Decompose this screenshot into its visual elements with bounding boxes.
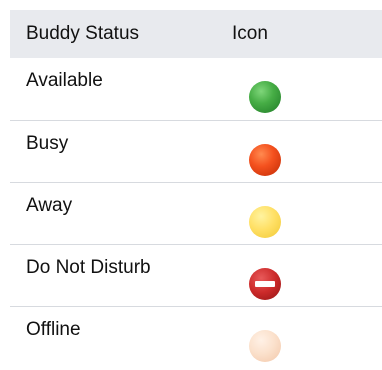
busy-red-dot-icon: [249, 143, 281, 176]
buddy-status-table: Buddy Status Icon Available Busy Away Do…: [10, 10, 382, 368]
header-icon: Icon: [232, 22, 268, 44]
table-row: Do Not Disturb: [10, 244, 382, 306]
status-label: Away: [26, 194, 73, 216]
available-green-dot-icon: [249, 81, 281, 113]
away-yellow-dot-icon: [249, 205, 281, 238]
table-row: Available: [10, 58, 382, 120]
offline-peach-dot-icon: [249, 329, 281, 362]
status-label: Available: [26, 70, 103, 91]
header-buddy-status: Buddy Status: [26, 22, 140, 44]
table-header-row: Buddy Status Icon: [10, 10, 382, 58]
status-label: Busy: [26, 132, 69, 154]
table-row: Away: [10, 182, 382, 244]
status-label: Do Not Disturb: [26, 256, 151, 278]
do-not-disturb-icon: [249, 267, 281, 300]
table-row: Offline: [10, 306, 382, 368]
status-label: Offline: [26, 318, 81, 340]
table-row: Busy: [10, 120, 382, 182]
